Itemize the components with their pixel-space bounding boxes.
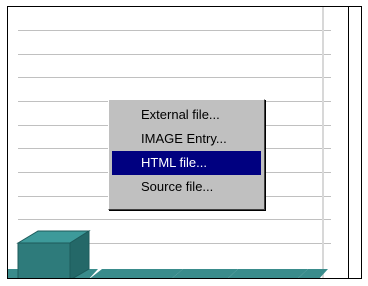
- floor-tile: [228, 269, 308, 278]
- menu-item-external-file[interactable]: External file...: [112, 103, 261, 127]
- bar-front: [17, 242, 71, 278]
- menu-item-image-entry[interactable]: IMAGE Entry...: [112, 127, 261, 151]
- context-menu: External file... IMAGE Entry... HTML fil…: [108, 99, 265, 210]
- menu-item-source-file[interactable]: Source file...: [112, 175, 261, 199]
- floor-tile: [90, 269, 183, 278]
- menu-item-html-file[interactable]: HTML file...: [112, 151, 261, 175]
- chart-area: External file... IMAGE Entry... HTML fil…: [7, 6, 362, 279]
